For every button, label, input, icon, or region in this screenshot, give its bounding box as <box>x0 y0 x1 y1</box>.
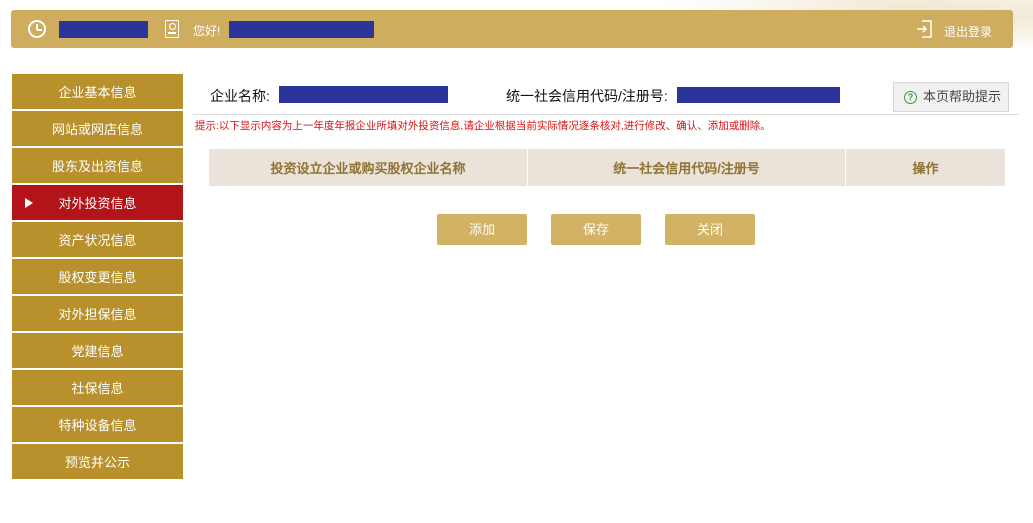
sidebar-item-party-info[interactable]: 党建信息 <box>12 333 183 368</box>
redacted-company-name <box>279 86 448 103</box>
divider <box>193 114 1019 115</box>
investment-table: 投资设立企业或购买股权企业名称 统一社会信用代码/注册号 操作 <box>209 149 1005 186</box>
sidebar-item-investment-info[interactable]: 对外投资信息 <box>12 185 183 220</box>
table-header-row: 投资设立企业或购买股权企业名称 统一社会信用代码/注册号 操作 <box>209 149 1005 186</box>
greeting-text: 您好! <box>193 24 221 38</box>
save-button[interactable]: 保存 <box>551 214 641 245</box>
redacted-credit-code <box>677 87 840 103</box>
redacted-username <box>229 21 374 38</box>
column-header-company: 投资设立企业或购买股权企业名称 <box>209 149 528 186</box>
help-button-label: 本页帮助提示 <box>923 89 1002 104</box>
redacted-date <box>59 21 148 38</box>
column-header-action: 操作 <box>845 149 1005 186</box>
active-arrow-icon <box>25 198 33 208</box>
sidebar-item-label: 党建信息 <box>71 344 124 359</box>
column-header-code: 统一社会信用代码/注册号 <box>527 149 846 186</box>
sidebar-item-asset-info[interactable]: 资产状况信息 <box>12 222 183 257</box>
sidebar-item-label: 股权变更信息 <box>58 270 137 285</box>
clock-icon <box>28 20 46 38</box>
sidebar-item-basic-info[interactable]: 企业基本信息 <box>12 74 183 109</box>
logout-link[interactable]: 退出登录 <box>944 23 992 40</box>
sidebar-item-label: 预览并公示 <box>64 455 130 470</box>
top-bar: 您好! 退出登录 <box>11 10 1013 48</box>
company-name-label: 企业名称: <box>210 88 270 104</box>
close-button[interactable]: 关闭 <box>665 214 755 245</box>
sidebar-item-preview-publish[interactable]: 预览并公示 <box>12 444 183 479</box>
sidebar-nav: 企业基本信息 网站或网店信息 股东及出资信息 对外投资信息 资产状况信息 股权变… <box>12 74 183 481</box>
sidebar-item-website-info[interactable]: 网站或网店信息 <box>12 111 183 146</box>
sidebar-item-equity-change-info[interactable]: 股权变更信息 <box>12 259 183 294</box>
tip-text: 提示:以下显示内容为上一年度年报企业所填对外投资信息,请企业根据当前实际情况逐条… <box>195 120 771 132</box>
sidebar-item-shareholder-info[interactable]: 股东及出资信息 <box>12 148 183 183</box>
sidebar-item-label: 社保信息 <box>71 381 124 396</box>
credit-code-label: 统一社会信用代码/注册号: <box>506 88 668 104</box>
add-button[interactable]: 添加 <box>437 214 527 245</box>
sidebar-item-social-security-info[interactable]: 社保信息 <box>12 370 183 405</box>
sidebar-item-label: 对外担保信息 <box>58 307 137 322</box>
sidebar-item-label: 企业基本信息 <box>58 85 137 100</box>
sidebar-item-label: 股东及出资信息 <box>51 159 143 174</box>
sidebar-item-guarantee-info[interactable]: 对外担保信息 <box>12 296 183 331</box>
sidebar-item-label: 资产状况信息 <box>58 233 137 248</box>
sidebar-item-special-equipment-info[interactable]: 特种设备信息 <box>12 407 183 442</box>
user-icon <box>165 20 179 38</box>
sidebar-item-label: 特种设备信息 <box>58 418 137 433</box>
sidebar-item-label: 对外投资信息 <box>58 196 137 211</box>
help-icon: ? <box>904 91 917 104</box>
help-button[interactable]: ? 本页帮助提示 <box>893 82 1009 112</box>
sidebar-item-label: 网站或网店信息 <box>51 122 143 137</box>
logout-icon[interactable] <box>916 20 932 38</box>
